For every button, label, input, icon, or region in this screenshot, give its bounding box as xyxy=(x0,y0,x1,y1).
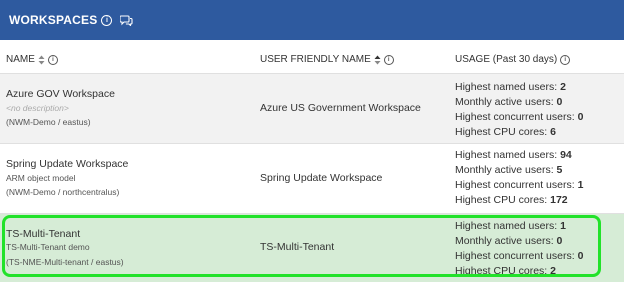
monthly-users-label: Monthly active users: xyxy=(455,96,557,108)
friendly-name: TS-Multi-Tenant xyxy=(260,241,335,253)
cpu-cores-value: 2 xyxy=(550,265,556,277)
sort-icon[interactable] xyxy=(374,55,381,65)
workspace-description: <no description> xyxy=(6,103,69,113)
workspaces-header: WORKSPACES i xyxy=(0,0,624,40)
friendly-name: Spring Update Workspace xyxy=(260,172,383,184)
column-usage-label: USAGE (Past 30 days) xyxy=(455,54,558,65)
cpu-cores-value: 172 xyxy=(550,194,568,206)
workspace-description: ARM object model xyxy=(6,173,76,183)
workspace-description: TS-Multi-Tenant demo xyxy=(6,242,90,252)
workspace-name[interactable]: Azure GOV Workspace xyxy=(6,88,115,100)
table-row[interactable]: Azure GOV Workspace <no description> (NW… xyxy=(0,74,624,143)
monthly-users-label: Monthly active users: xyxy=(455,235,557,247)
workspace-name[interactable]: Spring Update Workspace xyxy=(6,158,128,170)
column-name[interactable]: NAME i xyxy=(6,54,58,65)
column-friendly-name[interactable]: USER FRIENDLY NAME i xyxy=(260,54,394,65)
workspace-location: (NWM-Demo / eastus) xyxy=(6,117,91,127)
monthly-users-value: 0 xyxy=(556,96,563,108)
info-icon[interactable]: i xyxy=(101,14,113,26)
friendly-name: Azure US Government Workspace xyxy=(260,102,421,114)
page-title: WORKSPACES xyxy=(9,13,98,27)
cpu-cores-label: Highest CPU cores: xyxy=(455,126,551,138)
concurrent-users-label: Highest concurrent users: xyxy=(455,179,578,191)
workspace-location: (TS-NME-Multi-tenant / eastus) xyxy=(6,257,124,267)
column-headers: NAME i USER FRIENDLY NAME i USAGE (Past … xyxy=(0,48,624,72)
chat-icon[interactable] xyxy=(120,14,134,26)
column-friendly-label: USER FRIENDLY NAME xyxy=(260,54,371,65)
usage-stats: Highest named users: 1 Monthly active us… xyxy=(455,219,583,279)
workspace-location: (NWM-Demo / northcentralus) xyxy=(6,187,120,197)
usage-stats: Highest named users: 2 Monthly active us… xyxy=(455,80,583,140)
monthly-users-value: 0 xyxy=(556,235,563,247)
concurrent-users-label: Highest concurrent users: xyxy=(455,111,578,123)
column-usage: USAGE (Past 30 days) i xyxy=(455,54,571,65)
cpu-cores-value: 6 xyxy=(550,126,556,138)
table-row-selected[interactable]: TS-Multi-Tenant TS-Multi-Tenant demo (TS… xyxy=(0,214,624,282)
named-users-value: 2 xyxy=(560,81,566,93)
monthly-users-value: 5 xyxy=(556,164,563,176)
table-row[interactable]: Spring Update Workspace ARM object model… xyxy=(0,144,624,213)
usage-stats: Highest named users: 94 Monthly active u… xyxy=(455,148,583,208)
concurrent-users-value: 1 xyxy=(577,179,584,191)
concurrent-users-value: 0 xyxy=(577,250,584,262)
concurrent-users-value: 0 xyxy=(577,111,584,123)
column-name-label: NAME xyxy=(6,54,35,65)
workspace-name[interactable]: TS-Multi-Tenant xyxy=(6,228,80,240)
cpu-cores-label: Highest CPU cores: xyxy=(455,194,551,206)
info-icon[interactable]: i xyxy=(47,54,58,65)
sort-icon[interactable] xyxy=(38,55,45,65)
monthly-users-label: Monthly active users: xyxy=(455,164,557,176)
cpu-cores-label: Highest CPU cores: xyxy=(455,265,551,277)
named-users-label: Highest named users: xyxy=(455,149,561,161)
info-icon[interactable]: i xyxy=(383,54,394,65)
named-users-value: 94 xyxy=(560,149,572,161)
named-users-label: Highest named users: xyxy=(455,81,561,93)
named-users-label: Highest named users: xyxy=(455,220,561,232)
named-users-value: 1 xyxy=(560,220,566,232)
concurrent-users-label: Highest concurrent users: xyxy=(455,250,578,262)
info-icon[interactable]: i xyxy=(560,54,571,65)
